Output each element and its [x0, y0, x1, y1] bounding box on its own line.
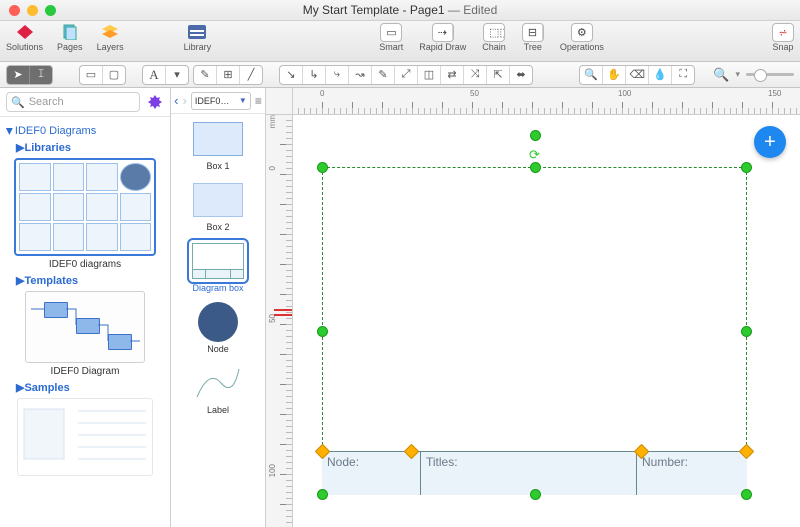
ruler-vertical[interactable]: 0 50 100 — [266, 114, 293, 527]
library-panel: ‹ › IDEF0…▼ ≡ Box 1 Box 2 Diagram box — [171, 88, 266, 527]
layers-icon — [99, 23, 121, 41]
lib-back-icon[interactable]: ‹ — [174, 93, 178, 108]
tree-libraries[interactable]: ▶Libraries — [16, 141, 164, 154]
crop-icon[interactable]: ⛶ — [672, 66, 694, 84]
smart-button[interactable]: ▭▾ Smart — [379, 23, 403, 52]
library-thumb-idef0[interactable]: IDEF0 diagrams — [14, 158, 156, 270]
canvas[interactable]: ⟳ Node: Titles: Number: — [292, 114, 800, 527]
ruler-corner — [266, 88, 293, 115]
pages-button[interactable]: Pages — [57, 23, 83, 52]
ruler-horizontal[interactable]: 0 50 100 150 — [292, 88, 800, 115]
lib-item-box1[interactable]: Box 1 — [171, 120, 265, 171]
solutions-panel: 🔍 Search ▶IDEF0 Diagrams ▶Libraries IDEF… — [0, 88, 171, 527]
operations-button[interactable]: ⚙▾ Operations — [560, 23, 604, 52]
close-window-button[interactable] — [9, 5, 20, 16]
text-icon[interactable]: A — [143, 66, 166, 84]
resize-handle[interactable] — [317, 162, 328, 173]
solutions-button[interactable]: Solutions — [6, 23, 43, 52]
resize-handle[interactable] — [741, 162, 752, 173]
lib-item-node[interactable]: Node — [171, 303, 265, 354]
resize-handle[interactable] — [317, 326, 328, 337]
lib-item-diagram-box[interactable]: Diagram box — [171, 242, 265, 293]
resize-handle[interactable] — [741, 489, 752, 500]
zoom-control[interactable]: 🔍 ▾ — [713, 67, 794, 83]
hand-tool-icon[interactable]: ✋ — [603, 66, 626, 84]
diagram-box-shape[interactable]: ⟳ Node: Titles: Number: — [322, 167, 747, 495]
gear-icon: ⚙▾ — [571, 23, 593, 41]
resize-handle[interactable] — [317, 489, 328, 500]
shape-tools[interactable]: ▭ ▢ — [79, 65, 126, 85]
main-toolbar: Solutions Pages Layers Library ▭▾ Smart — [0, 21, 800, 62]
tree-templates[interactable]: ▶Templates — [16, 274, 164, 287]
footer-number-label[interactable]: Number: — [637, 452, 747, 495]
lib-item-label[interactable]: Label — [171, 364, 265, 415]
search-icon: 🔍 — [11, 96, 25, 109]
pointer-tools[interactable]: ➤ 𝙸 — [6, 65, 53, 85]
lib-item-box2[interactable]: Box 2 — [171, 181, 265, 232]
tree-root[interactable]: ▶IDEF0 Diagrams — [6, 125, 164, 137]
rapid-draw-button[interactable]: ⇢▾ Rapid Draw — [419, 23, 466, 52]
line-icon[interactable]: ╱ — [240, 66, 262, 84]
resize-handle[interactable] — [741, 326, 752, 337]
window-controls — [0, 5, 56, 16]
library-button[interactable]: Library — [184, 23, 212, 52]
footer-node-label[interactable]: Node: — [322, 452, 421, 495]
pages-icon — [59, 23, 81, 41]
dropdown-icon[interactable]: ▾ — [166, 66, 188, 84]
pencil-icon[interactable]: ✎ — [194, 66, 217, 84]
lib-fwd-icon[interactable]: › — [182, 93, 186, 108]
view-tools[interactable]: 🔍 ✋ ⌫ 💧 ⛶ — [579, 65, 695, 85]
draw-tools[interactable]: ✎ ⊞ ╱ — [193, 65, 263, 85]
rotate-handle-icon[interactable]: ⟳ — [529, 147, 540, 163]
tree-icon: ⊟▾ — [522, 23, 544, 41]
sample-thumb[interactable] — [14, 398, 156, 476]
text-tools[interactable]: A ▾ — [142, 65, 189, 85]
connector-tools[interactable]: ↘↳⤷↝✎⤢◫⇄⤨⇱⬌ — [279, 65, 533, 85]
pointer-tool-icon[interactable]: ➤ — [7, 66, 30, 84]
eraser-icon[interactable]: ⌫ — [626, 66, 649, 84]
snap-icon: ⩫ — [772, 23, 794, 41]
search-input[interactable]: 🔍 Search — [6, 92, 140, 112]
connector-1-icon[interactable]: ↘ — [280, 66, 303, 84]
tree-button[interactable]: ⊟▾ Tree — [522, 23, 544, 52]
panel-settings-icon[interactable] — [146, 93, 164, 111]
layers-button[interactable]: Layers — [97, 23, 124, 52]
titlebar: My Start Template - Page1 — Edited — [0, 0, 800, 21]
zoom-window-button[interactable] — [45, 5, 56, 16]
plus-icon: + — [764, 131, 776, 154]
footer-titles-label[interactable]: Titles: — [421, 452, 637, 495]
minimize-window-button[interactable] — [27, 5, 38, 16]
rect-icon[interactable]: ▭ — [80, 66, 103, 84]
rapid-draw-icon: ⇢▾ — [432, 23, 454, 41]
zoom-slider[interactable] — [746, 73, 794, 76]
lib-menu-icon[interactable]: ≡ — [255, 94, 262, 108]
ruler-unit: mm — [268, 115, 277, 128]
solutions-icon — [14, 23, 36, 41]
add-button[interactable]: + — [754, 126, 786, 158]
snap-button[interactable]: ⩫ Snap — [772, 23, 794, 52]
window-title: My Start Template - Page1 — Edited — [0, 3, 800, 17]
canvas-area[interactable]: mm 0 50 100 150 0 50 100 ⟳ Node: — [266, 88, 800, 527]
tree-samples[interactable]: ▶Samples — [16, 381, 164, 394]
eyedropper-icon[interactable]: 💧 — [649, 66, 672, 84]
resize-handle[interactable] — [530, 130, 541, 141]
chain-button[interactable]: ⬚⬚ Chain — [482, 23, 506, 52]
search-placeholder: Search — [29, 96, 64, 108]
zoom-tool-icon[interactable]: 🔍 — [580, 66, 603, 84]
zoom-out-icon[interactable]: 🔍 — [713, 67, 729, 83]
library-icon — [186, 23, 208, 41]
table-icon[interactable]: ⊞ — [217, 66, 240, 84]
rounded-rect-icon[interactable]: ▢ — [103, 66, 125, 84]
library-selector[interactable]: IDEF0…▼ — [191, 92, 251, 110]
chain-icon: ⬚⬚ — [483, 23, 505, 41]
template-thumb-idef0[interactable]: IDEF0 Diagram — [14, 291, 156, 377]
smart-icon: ▭▾ — [380, 23, 402, 41]
resize-handle[interactable] — [530, 162, 541, 173]
text-cursor-icon[interactable]: 𝙸 — [30, 66, 52, 84]
solutions-tree[interactable]: ▶IDEF0 Diagrams ▶Libraries IDEF0 diagram… — [0, 117, 170, 484]
resize-handle[interactable] — [530, 489, 541, 500]
tool-ribbon: ➤ 𝙸 ▭ ▢ A ▾ ✎ ⊞ ╱ ↘↳⤷↝✎⤢◫⇄⤨⇱⬌ 🔍 ✋ ⌫ 💧 ⛶ — [0, 62, 800, 88]
